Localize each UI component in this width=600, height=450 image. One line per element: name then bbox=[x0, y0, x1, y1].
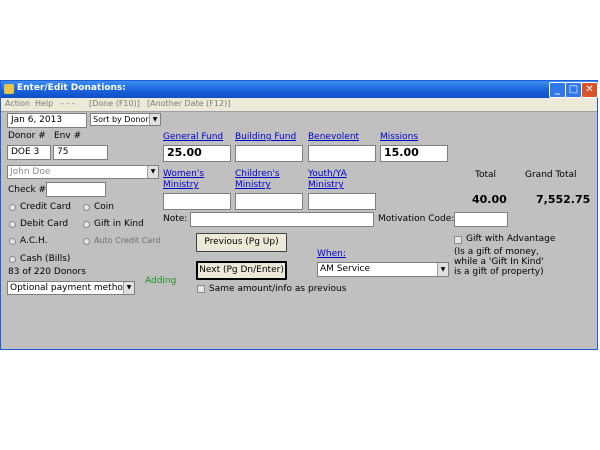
donations-window: Enter/Edit Donations: _ □ ✕ Action Help … bbox=[0, 80, 598, 350]
window-title: Enter/Edit Donations: bbox=[17, 83, 126, 93]
fund-label-childrens-2[interactable]: Ministry bbox=[235, 180, 271, 191]
gift-advantage-note-1: (Is a gift of money, bbox=[454, 247, 539, 257]
menu-separator: - - - bbox=[61, 99, 75, 108]
fund-label-general[interactable]: General Fund bbox=[163, 132, 223, 143]
note-label: Note: bbox=[163, 214, 188, 224]
next-button[interactable]: Next (Pg Dn/Enter) bbox=[196, 261, 287, 280]
minimize-icon[interactable]: _ bbox=[549, 82, 566, 98]
gift-advantage-note-3: is a gift of property) bbox=[454, 267, 544, 277]
fund-label-womens-1[interactable]: Women's bbox=[163, 169, 204, 180]
ach-label: A.C.H. bbox=[20, 236, 48, 246]
total-value: 40.00 bbox=[472, 193, 507, 206]
optional-payment-dropdown[interactable]: Optional payment method ▼ bbox=[7, 281, 135, 295]
check-number-field[interactable] bbox=[46, 182, 106, 197]
fund-input-womens[interactable] bbox=[163, 193, 231, 210]
title-bar[interactable]: Enter/Edit Donations: _ □ ✕ bbox=[1, 81, 598, 98]
total-label: Total bbox=[475, 170, 497, 180]
app-icon bbox=[4, 84, 14, 94]
previous-button[interactable]: Previous (Pg Up) bbox=[196, 233, 287, 252]
radio-coin[interactable] bbox=[83, 204, 90, 211]
menu-another-date[interactable]: [Another Date (F12)] bbox=[147, 99, 230, 108]
status-adding: Adding bbox=[145, 276, 177, 286]
fund-label-womens-2[interactable]: Ministry bbox=[163, 180, 199, 191]
donor-number-field[interactable]: DOE 3 bbox=[7, 145, 51, 160]
grand-total-label: Grand Total bbox=[525, 170, 577, 180]
fund-label-youth-2[interactable]: Ministry bbox=[308, 180, 344, 191]
radio-debit-card[interactable] bbox=[9, 221, 16, 228]
cash-label: Cash (Bills) bbox=[20, 254, 71, 264]
chevron-down-icon[interactable]: ▼ bbox=[123, 282, 134, 294]
fund-label-youth-1[interactable]: Youth/YA bbox=[308, 169, 347, 180]
credit-card-label: Credit Card bbox=[20, 202, 71, 212]
maximize-icon[interactable]: □ bbox=[565, 82, 582, 98]
menu-help[interactable]: Help bbox=[35, 99, 53, 108]
donor-label: Donor # bbox=[8, 131, 46, 141]
chevron-down-icon[interactable]: ▼ bbox=[147, 166, 158, 178]
gift-advantage-note-2: while a 'Gift In Kind' bbox=[454, 257, 544, 267]
same-amount-label: Same amount/info as previous bbox=[209, 284, 347, 294]
grand-total-value: 7,552.75 bbox=[536, 193, 591, 206]
chevron-down-icon[interactable]: ▼ bbox=[437, 263, 448, 276]
coin-label: Coin bbox=[94, 202, 114, 212]
motivation-label: Motivation Code: bbox=[378, 214, 455, 224]
date-field[interactable]: Jan 6, 2013 bbox=[7, 113, 87, 128]
env-number-field[interactable]: 75 bbox=[53, 145, 108, 160]
fund-label-missions[interactable]: Missions bbox=[380, 132, 418, 143]
radio-cash[interactable] bbox=[9, 256, 16, 263]
gift-advantage-label: Gift with Advantage bbox=[466, 234, 556, 244]
donor-name: John Doe bbox=[10, 167, 51, 177]
fund-input-childrens[interactable] bbox=[235, 193, 303, 210]
gift-in-kind-label: Gift in Kind bbox=[94, 219, 144, 229]
when-label[interactable]: When: bbox=[317, 249, 346, 260]
debit-card-label: Debit Card bbox=[20, 219, 69, 229]
gift-advantage-checkbox[interactable] bbox=[454, 236, 462, 244]
donors-count: 83 of 220 Donors bbox=[8, 267, 86, 277]
radio-gift-in-kind[interactable] bbox=[83, 221, 90, 228]
when-value: AM Service bbox=[320, 264, 371, 274]
fund-input-youth[interactable] bbox=[308, 193, 376, 210]
radio-credit-card[interactable] bbox=[9, 204, 16, 211]
fund-label-childrens-1[interactable]: Children's bbox=[235, 169, 280, 180]
env-label: Env # bbox=[54, 131, 82, 141]
fund-input-general[interactable]: 25.00 bbox=[163, 145, 231, 162]
menu-action[interactable]: Action bbox=[5, 99, 30, 108]
radio-ach[interactable] bbox=[9, 238, 16, 245]
fund-input-building[interactable] bbox=[235, 145, 303, 162]
chevron-down-icon[interactable]: ▼ bbox=[149, 114, 160, 125]
donor-name-dropdown[interactable]: John Doe ▼ bbox=[7, 165, 159, 179]
sort-dropdown[interactable]: Sort by Donor # ▼ bbox=[90, 113, 161, 126]
optional-payment-value: Optional payment method bbox=[10, 283, 129, 293]
fund-input-missions[interactable]: 15.00 bbox=[380, 145, 448, 162]
menu-done[interactable]: [Done (F10)] bbox=[89, 99, 140, 108]
fund-input-benevolent[interactable] bbox=[308, 145, 376, 162]
check-label: Check # bbox=[8, 185, 47, 195]
when-dropdown[interactable]: AM Service ▼ bbox=[317, 262, 449, 277]
radio-auto-credit-card[interactable] bbox=[83, 238, 90, 245]
same-amount-checkbox[interactable] bbox=[197, 285, 205, 293]
fund-label-benevolent[interactable]: Benevolent bbox=[308, 132, 359, 143]
fund-label-building[interactable]: Building Fund bbox=[235, 132, 296, 143]
motivation-field[interactable] bbox=[454, 212, 508, 227]
auto-credit-card-label: Auto Credit Card bbox=[94, 236, 161, 245]
close-icon[interactable]: ✕ bbox=[581, 82, 598, 98]
note-field[interactable] bbox=[190, 212, 374, 227]
menu-bar: Action Help - - - [Done (F10)] [Another … bbox=[1, 98, 597, 112]
